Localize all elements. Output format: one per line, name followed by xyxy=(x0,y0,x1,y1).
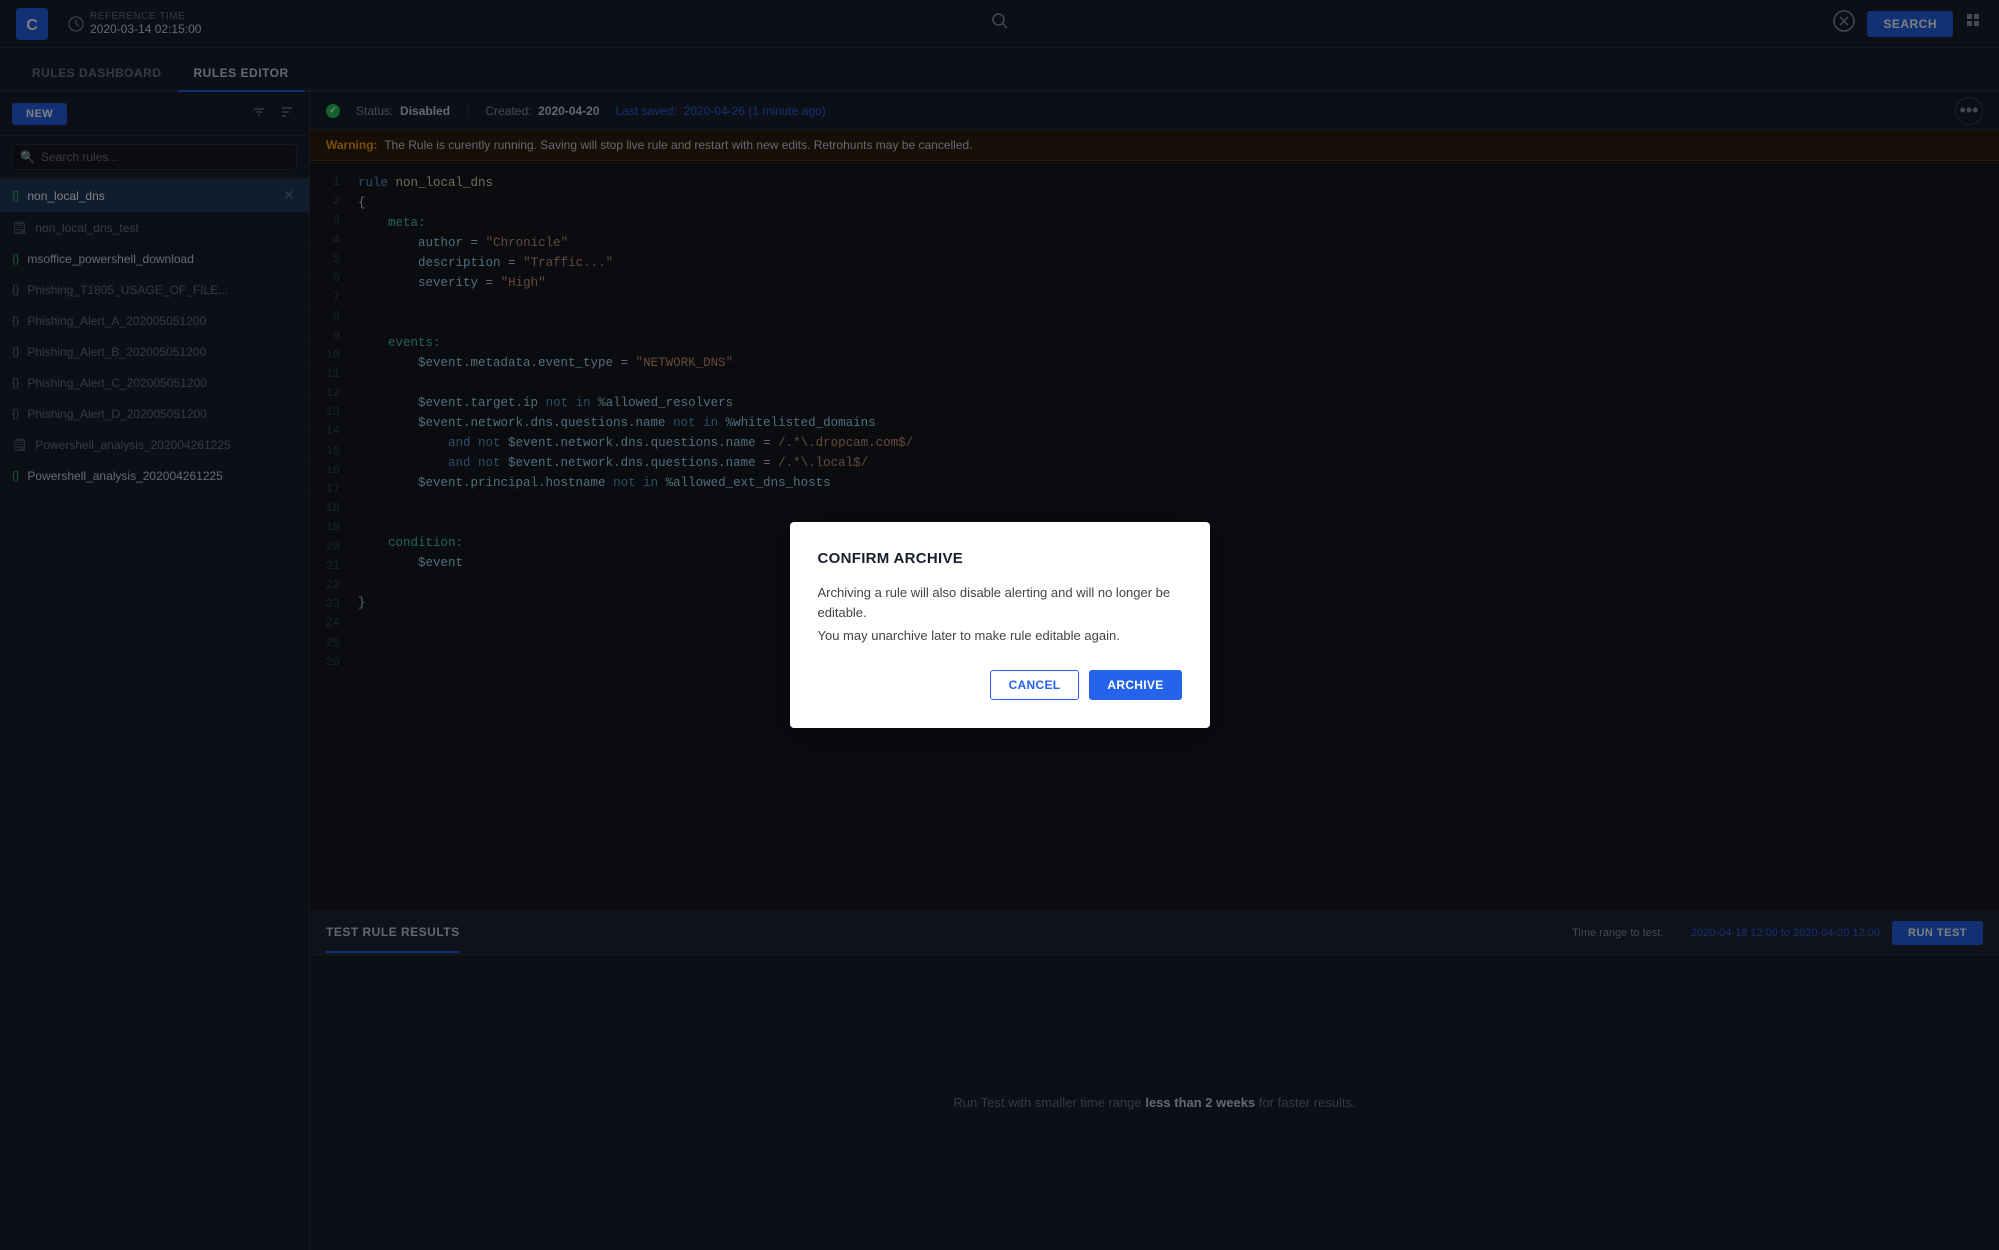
modal-body: Archiving a rule will also disable alert… xyxy=(818,583,1182,646)
modal-archive-button[interactable]: ARCHIVE xyxy=(1089,670,1181,700)
modal-title: CONFIRM ARCHIVE xyxy=(818,550,1182,567)
modal-overlay[interactable]: CONFIRM ARCHIVE Archiving a rule will al… xyxy=(0,0,1999,1250)
modal-cancel-button[interactable]: CANCEL xyxy=(990,670,1080,700)
modal-actions: CANCEL ARCHIVE xyxy=(818,670,1182,700)
confirm-archive-modal: CONFIRM ARCHIVE Archiving a rule will al… xyxy=(790,522,1210,728)
modal-body-line1: Archiving a rule will also disable alert… xyxy=(818,583,1182,622)
modal-body-line2: You may unarchive later to make rule edi… xyxy=(818,626,1182,646)
